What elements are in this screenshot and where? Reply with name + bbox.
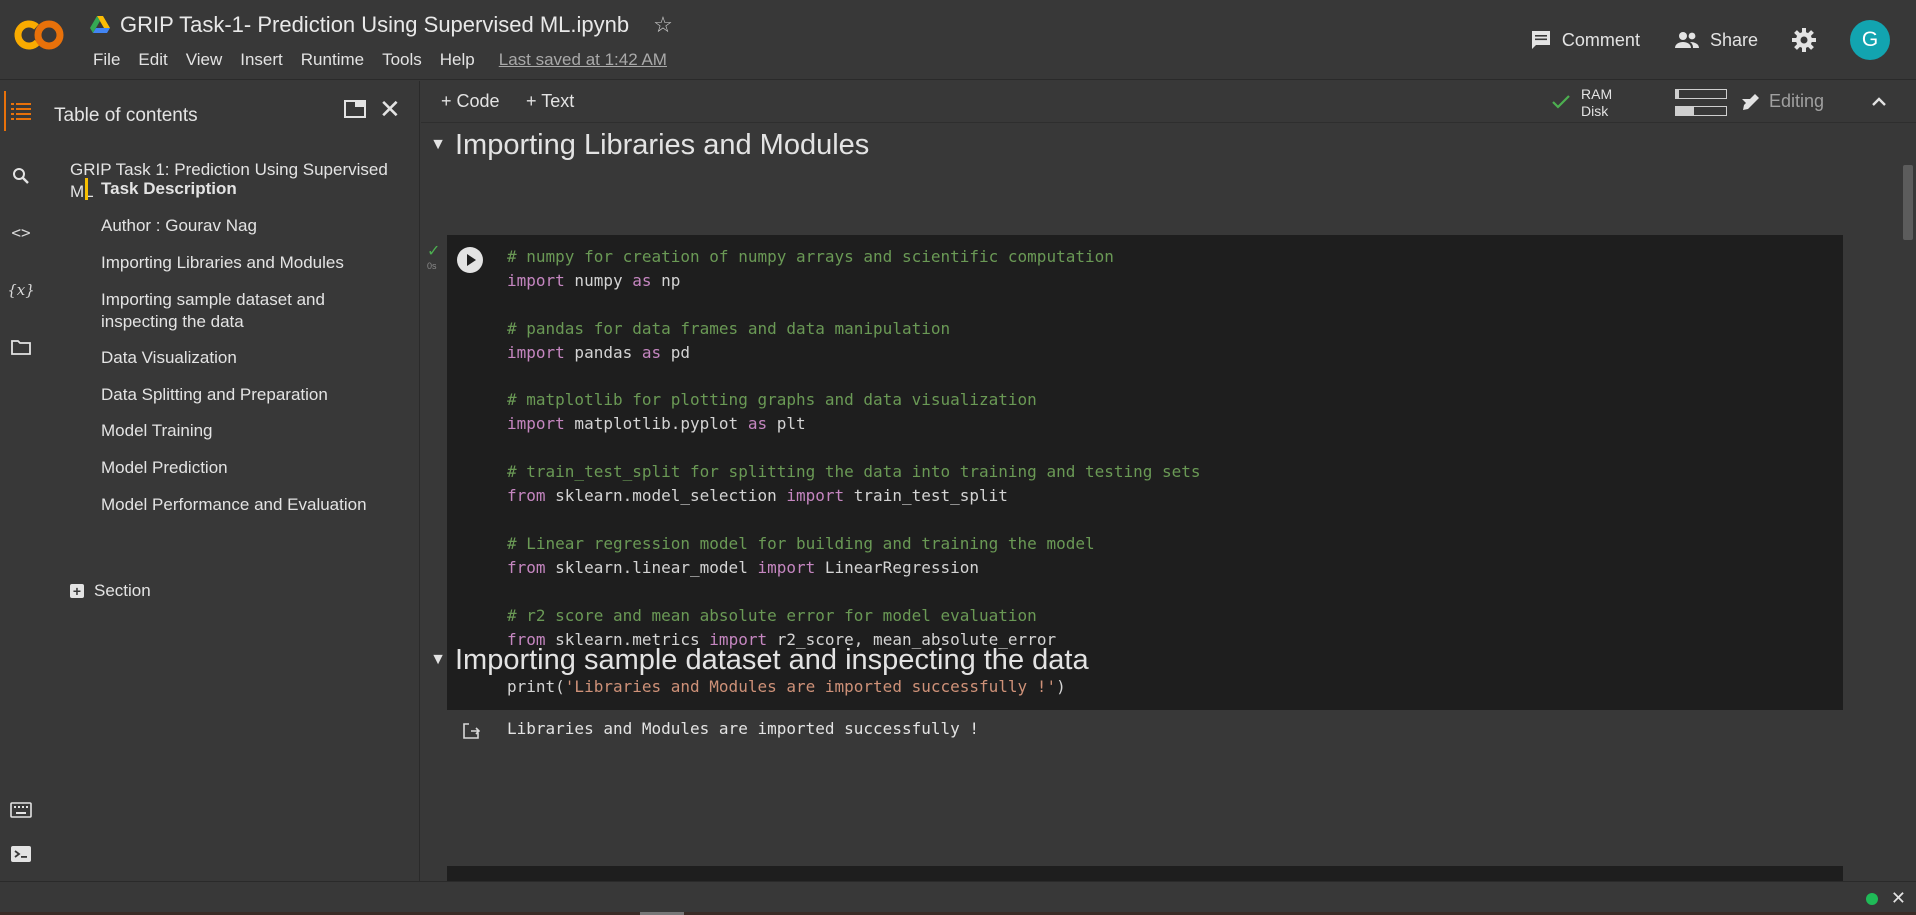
terminal-icon[interactable] <box>8 841 34 867</box>
connected-status-dot <box>1866 893 1878 905</box>
code-cell[interactable]: ✓ 0s # numpy for creation of numpy array… <box>427 235 1843 710</box>
add-section-button[interactable]: + Section <box>70 581 151 601</box>
editing-label: Editing <box>1769 91 1825 111</box>
toc-item-importing-dataset[interactable]: Importing sample dataset and inspecting … <box>101 289 361 333</box>
add-text-button[interactable]: + Text <box>526 91 574 112</box>
comment-icon <box>1531 31 1550 49</box>
left-rail: <> {x} <box>0 81 42 881</box>
avatar[interactable]: G <box>1850 20 1890 60</box>
toc-item-model-performance[interactable]: Model Performance and Evaluation <box>101 494 421 516</box>
folder-icon[interactable] <box>8 334 34 360</box>
disk-bar <box>1675 106 1727 116</box>
plus-icon: + <box>70 584 84 598</box>
menu-view[interactable]: View <box>177 50 232 70</box>
menu-edit[interactable]: Edit <box>129 50 176 70</box>
toc-item-data-splitting[interactable]: Data Splitting and Preparation <box>101 384 421 406</box>
collapse-caret-icon[interactable]: ▼ <box>421 136 455 154</box>
heading-text-dataset: Importing sample dataset and inspecting … <box>455 643 1089 676</box>
menu-insert[interactable]: Insert <box>231 50 292 70</box>
rail-active-indicator <box>4 91 6 131</box>
collapse-caret-icon[interactable]: ▼ <box>421 651 455 669</box>
section-heading-dataset: ▼ Importing sample dataset and inspectin… <box>421 642 1089 678</box>
notebook-toolbar: + Code + Text RAM Disk Editing <box>421 81 1916 123</box>
code-snippets-icon[interactable]: <> <box>8 219 34 245</box>
comment-label: Comment <box>1561 29 1640 50</box>
chevron-up-icon[interactable] <box>1871 95 1887 107</box>
section-heading-libraries: ▼ Importing Libraries and Modules <box>421 127 869 163</box>
menu-file[interactable]: File <box>84 50 129 70</box>
output-text: Libraries and Modules are imported succe… <box>507 719 980 738</box>
exec-success-check-icon: ✓ <box>427 243 441 260</box>
colab-logo[interactable] <box>12 18 66 52</box>
command-palette-icon[interactable] <box>8 797 34 823</box>
open-in-tab-icon[interactable] <box>344 99 366 125</box>
cell-output: Libraries and Modules are imported succe… <box>447 719 1843 749</box>
toc-item-model-prediction[interactable]: Model Prediction <box>101 457 421 479</box>
toc-item-task-description[interactable]: Task Description <box>101 178 421 200</box>
menu-bar: File Edit View Insert Runtime Tools Help… <box>84 50 676 70</box>
comment-button[interactable]: Comment <box>1530 29 1640 51</box>
star-icon[interactable]: ☆ <box>653 12 673 38</box>
close-icon[interactable]: ✕ <box>379 94 401 125</box>
execution-time: 0s <box>427 261 437 271</box>
menu-runtime[interactable]: Runtime <box>292 50 373 70</box>
output-actions-icon[interactable] <box>461 721 481 741</box>
toc-current-marker <box>85 178 88 200</box>
disk-bar-fill <box>1676 107 1694 115</box>
toc-panel: Table of contents ✕ GRIP Task 1: Predict… <box>42 81 420 881</box>
notebook-title[interactable]: GRIP Task-1- Prediction Using Supervised… <box>120 12 629 38</box>
scrollbar-thumb[interactable] <box>1903 165 1913 240</box>
share-button[interactable]: Share <box>1674 30 1758 51</box>
toc-icon[interactable] <box>8 98 34 124</box>
close-icon[interactable]: ✕ <box>1891 888 1906 909</box>
heading-text-libraries: Importing Libraries and Modules <box>455 128 870 161</box>
menu-help[interactable]: Help <box>431 50 484 70</box>
ram-bar-fill <box>1676 90 1679 98</box>
connected-check-icon <box>1552 95 1570 109</box>
ram-bar <box>1675 89 1727 99</box>
add-code-button[interactable]: + Code <box>441 91 500 112</box>
run-cell-button[interactable] <box>457 247 483 273</box>
gear-icon[interactable] <box>1792 28 1816 52</box>
editing-mode-button[interactable]: Editing <box>1741 91 1824 112</box>
variables-icon[interactable]: {x} <box>7 277 35 303</box>
menu-tools[interactable]: Tools <box>373 50 431 70</box>
scrollbar[interactable] <box>1900 125 1916 881</box>
toc-item-data-visualization[interactable]: Data Visualization <box>101 347 421 369</box>
notebook-area: + Code + Text RAM Disk Editing ▼ Importi… <box>421 81 1916 896</box>
search-icon[interactable] <box>8 163 34 189</box>
pencil-icon <box>1743 93 1759 110</box>
ram-label: RAM <box>1581 86 1613 102</box>
add-section-label: Section <box>94 581 151 600</box>
share-label: Share <box>1709 29 1758 50</box>
app-header: GRIP Task-1- Prediction Using Supervised… <box>0 0 1916 80</box>
last-saved-link[interactable]: Last saved at 1:42 AM <box>490 50 676 70</box>
toc-item-model-training[interactable]: Model Training <box>101 420 421 442</box>
code-editor[interactable]: # numpy for creation of numpy arrays and… <box>507 245 1201 699</box>
toc-title: Table of contents <box>54 105 198 126</box>
people-icon <box>1674 32 1699 48</box>
disk-label: Disk <box>1581 103 1609 119</box>
status-bar: ✕ <box>0 881 1916 915</box>
toc-item-importing-libraries[interactable]: Importing Libraries and Modules <box>101 252 421 274</box>
google-drive-icon <box>90 16 110 33</box>
toc-item-author[interactable]: Author : Gourav Nag <box>101 215 421 237</box>
